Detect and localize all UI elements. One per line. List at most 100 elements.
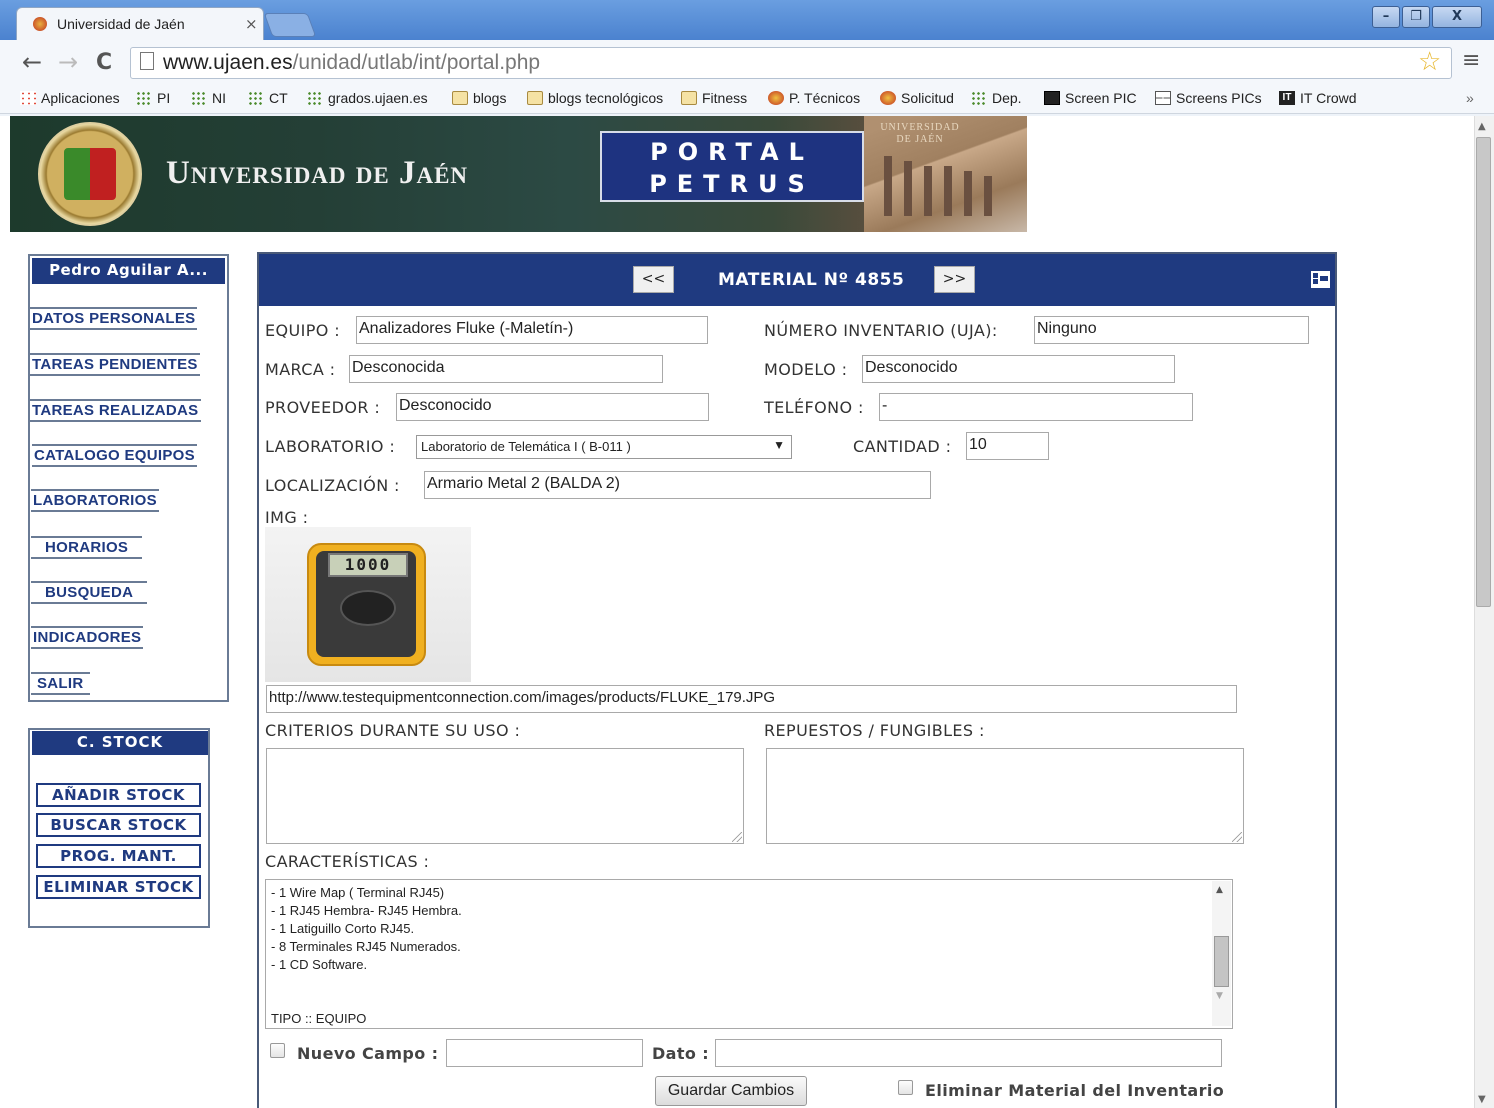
resize-grip-icon[interactable] bbox=[732, 832, 742, 842]
telefono-field[interactable]: - bbox=[879, 393, 1193, 421]
itcrowd-icon: IT bbox=[1279, 91, 1295, 105]
page-scrollbar-thumb[interactable] bbox=[1476, 137, 1491, 607]
marca-label: MARCA : bbox=[265, 360, 336, 379]
tab-close-icon[interactable]: × bbox=[245, 15, 258, 33]
bookmark-label: Solicitud bbox=[901, 90, 954, 106]
sidebar-item-datos-personales[interactable]: DATOS PERSONALES bbox=[30, 307, 198, 330]
minimize-button[interactable]: – bbox=[1372, 6, 1400, 28]
eliminar-material-label: Eliminar Material del Inventario bbox=[925, 1081, 1225, 1100]
previous-material-button[interactable]: << bbox=[633, 266, 674, 293]
sidebar-item-tareas-realizadas[interactable]: TAREAS REALIZADAS bbox=[30, 399, 201, 422]
tab-title: Universidad de Jaén bbox=[57, 16, 185, 32]
layout-toggle-icon[interactable] bbox=[1311, 271, 1330, 288]
sidebar-item-indicadores[interactable]: INDICADORES bbox=[31, 626, 144, 649]
ujaen-icon bbox=[768, 91, 784, 105]
university-seal-logo bbox=[38, 122, 142, 226]
bookmark-ct[interactable]: CT bbox=[248, 87, 288, 109]
bookmark-aplicaciones[interactable]: Aplicaciones bbox=[20, 87, 120, 109]
bookmark-blogs[interactable]: blogs bbox=[452, 87, 506, 109]
nuevo-campo-checkbox[interactable] bbox=[270, 1043, 285, 1058]
add-stock-button[interactable]: AÑADIR STOCK bbox=[36, 783, 201, 807]
green-dots-icon bbox=[248, 91, 264, 105]
equipo-field[interactable]: Analizadores Fluke (-Maletín-) bbox=[356, 316, 708, 344]
caracteristicas-scrollbar-thumb[interactable] bbox=[1214, 936, 1229, 987]
reload-icon[interactable]: C bbox=[96, 50, 112, 75]
nuevo-campo-field[interactable] bbox=[446, 1039, 643, 1067]
repuestos-textarea[interactable] bbox=[766, 748, 1244, 844]
browser-tab[interactable]: Universidad de Jaén × bbox=[16, 7, 264, 40]
bookmark-ni[interactable]: NI bbox=[191, 87, 226, 109]
inventario-field[interactable]: Ninguno bbox=[1034, 316, 1309, 344]
caracteristica-line: - 1 Latiguillo Corto RJ45. bbox=[271, 921, 415, 936]
caracteristicas-label: CARACTERÍSTICAS : bbox=[265, 852, 430, 871]
image-url-field[interactable]: http://www.testequipmentconnection.com/i… bbox=[266, 685, 1237, 713]
user-name: Pedro Aguilar A... bbox=[32, 258, 225, 284]
close-window-button[interactable]: X bbox=[1432, 6, 1482, 28]
inventario-label: NÚMERO INVENTARIO (UJA): bbox=[764, 321, 998, 340]
proveedor-label: PROVEEDOR : bbox=[265, 398, 381, 417]
marca-field[interactable]: Desconocida bbox=[349, 355, 663, 383]
browser-menu-icon[interactable]: ≡ bbox=[1462, 48, 1480, 73]
localizacion-field[interactable]: Armario Metal 2 (BALDA 2) bbox=[424, 471, 931, 499]
scroll-up-icon[interactable]: ▲ bbox=[1478, 121, 1486, 132]
bookmark-grados[interactable]: grados.ujaen.es bbox=[307, 87, 428, 109]
sidebar-item-salir[interactable]: SALIR bbox=[31, 672, 90, 695]
caracteristicas-textarea[interactable]: - 1 Wire Map ( Terminal RJ45) - 1 RJ45 H… bbox=[265, 879, 1233, 1029]
caracteristica-line: - 1 RJ45 Hembra- RJ45 Hembra. bbox=[271, 903, 462, 918]
apps-icon bbox=[20, 91, 36, 105]
proveedor-field[interactable]: Desconocido bbox=[396, 393, 709, 421]
bookmark-dep[interactable]: Dep. bbox=[971, 87, 1022, 109]
portal-petrus-logo: PORTAL PETRUS bbox=[600, 131, 864, 202]
stock-title: C. STOCK bbox=[32, 731, 208, 755]
bookmark-screen-pic[interactable]: Screen PIC bbox=[1044, 87, 1137, 109]
eliminar-material-checkbox[interactable] bbox=[898, 1080, 913, 1095]
bookmark-pi[interactable]: PI bbox=[136, 87, 170, 109]
search-stock-button[interactable]: BUSCAR STOCK bbox=[36, 813, 201, 837]
equipo-label: EQUIPO : bbox=[265, 321, 341, 340]
caracteristica-line: - 1 CD Software. bbox=[271, 957, 368, 972]
sidebar-item-laboratorios[interactable]: LABORATORIOS bbox=[31, 489, 159, 512]
criterios-textarea[interactable] bbox=[266, 748, 744, 844]
dropdown-arrow-icon: ▼ bbox=[773, 438, 785, 452]
bookmark-label: CT bbox=[269, 90, 288, 106]
sidebar-item-horarios[interactable]: HORARIOS bbox=[31, 536, 143, 559]
carac-scroll-down-icon[interactable]: ▼ bbox=[1216, 991, 1223, 1001]
university-name: Universidad de Jaén bbox=[166, 155, 469, 191]
bookmark-it-crowd[interactable]: IT IT Crowd bbox=[1279, 87, 1357, 109]
laboratorio-select[interactable]: Laboratorio de Telemática I ( B-011 ) ▼ bbox=[416, 435, 792, 459]
bookmarks-overflow-icon[interactable]: » bbox=[1466, 87, 1474, 109]
scroll-down-icon[interactable]: ▼ bbox=[1478, 1094, 1486, 1105]
forward-icon[interactable]: → bbox=[58, 48, 78, 76]
material-title: MATERIAL Nº 4855 bbox=[718, 270, 905, 290]
multimeter-dial bbox=[340, 590, 396, 626]
img-label: IMG : bbox=[265, 508, 309, 527]
new-tab-button[interactable] bbox=[263, 13, 317, 37]
bookmark-star-icon[interactable]: ☆ bbox=[1418, 47, 1441, 77]
modelo-field[interactable]: Desconocido bbox=[862, 355, 1175, 383]
dato-field[interactable] bbox=[715, 1039, 1222, 1067]
bookmark-label: grados.ujaen.es bbox=[328, 90, 428, 106]
green-dots-icon bbox=[136, 91, 152, 105]
sidebar-item-tareas-pendientes[interactable]: TAREAS PENDIENTES bbox=[30, 353, 200, 376]
portal-line1: PORTAL bbox=[650, 138, 814, 166]
bookmark-solicitud[interactable]: Solicitud bbox=[880, 87, 954, 109]
maximize-button[interactable]: ❐ bbox=[1402, 6, 1430, 28]
bookmark-label: PI bbox=[157, 90, 171, 106]
bookmark-blogs-tecnologicos[interactable]: blogs tecnológicos bbox=[527, 87, 663, 109]
laboratorio-selected-value: Laboratorio de Telemática I ( B-011 ) bbox=[421, 439, 631, 454]
next-material-button[interactable]: >> bbox=[934, 266, 975, 293]
sidebar-item-busqueda[interactable]: BUSQUEDA bbox=[31, 581, 148, 604]
bookmark-screens-pics[interactable]: Screens PICs bbox=[1155, 87, 1262, 109]
save-changes-button[interactable]: Guardar Cambios bbox=[655, 1076, 807, 1106]
carac-scroll-up-icon[interactable]: ▲ bbox=[1216, 885, 1223, 895]
delete-stock-button[interactable]: ELIMINAR STOCK bbox=[36, 875, 201, 899]
sidebar-item-catalogo-equipos[interactable]: CATALOGO EQUIPOS bbox=[32, 444, 197, 467]
maintenance-program-button[interactable]: PROG. MANT. bbox=[36, 844, 201, 868]
back-icon[interactable]: ← bbox=[22, 48, 42, 76]
resize-grip-icon[interactable] bbox=[1232, 832, 1242, 842]
bookmark-p-tecnicos[interactable]: P. Técnicos bbox=[768, 87, 860, 109]
bookmark-fitness[interactable]: Fitness bbox=[681, 87, 747, 109]
page-icon bbox=[140, 52, 154, 70]
cantidad-field[interactable]: 10 bbox=[966, 432, 1049, 460]
folder-icon bbox=[681, 91, 697, 105]
